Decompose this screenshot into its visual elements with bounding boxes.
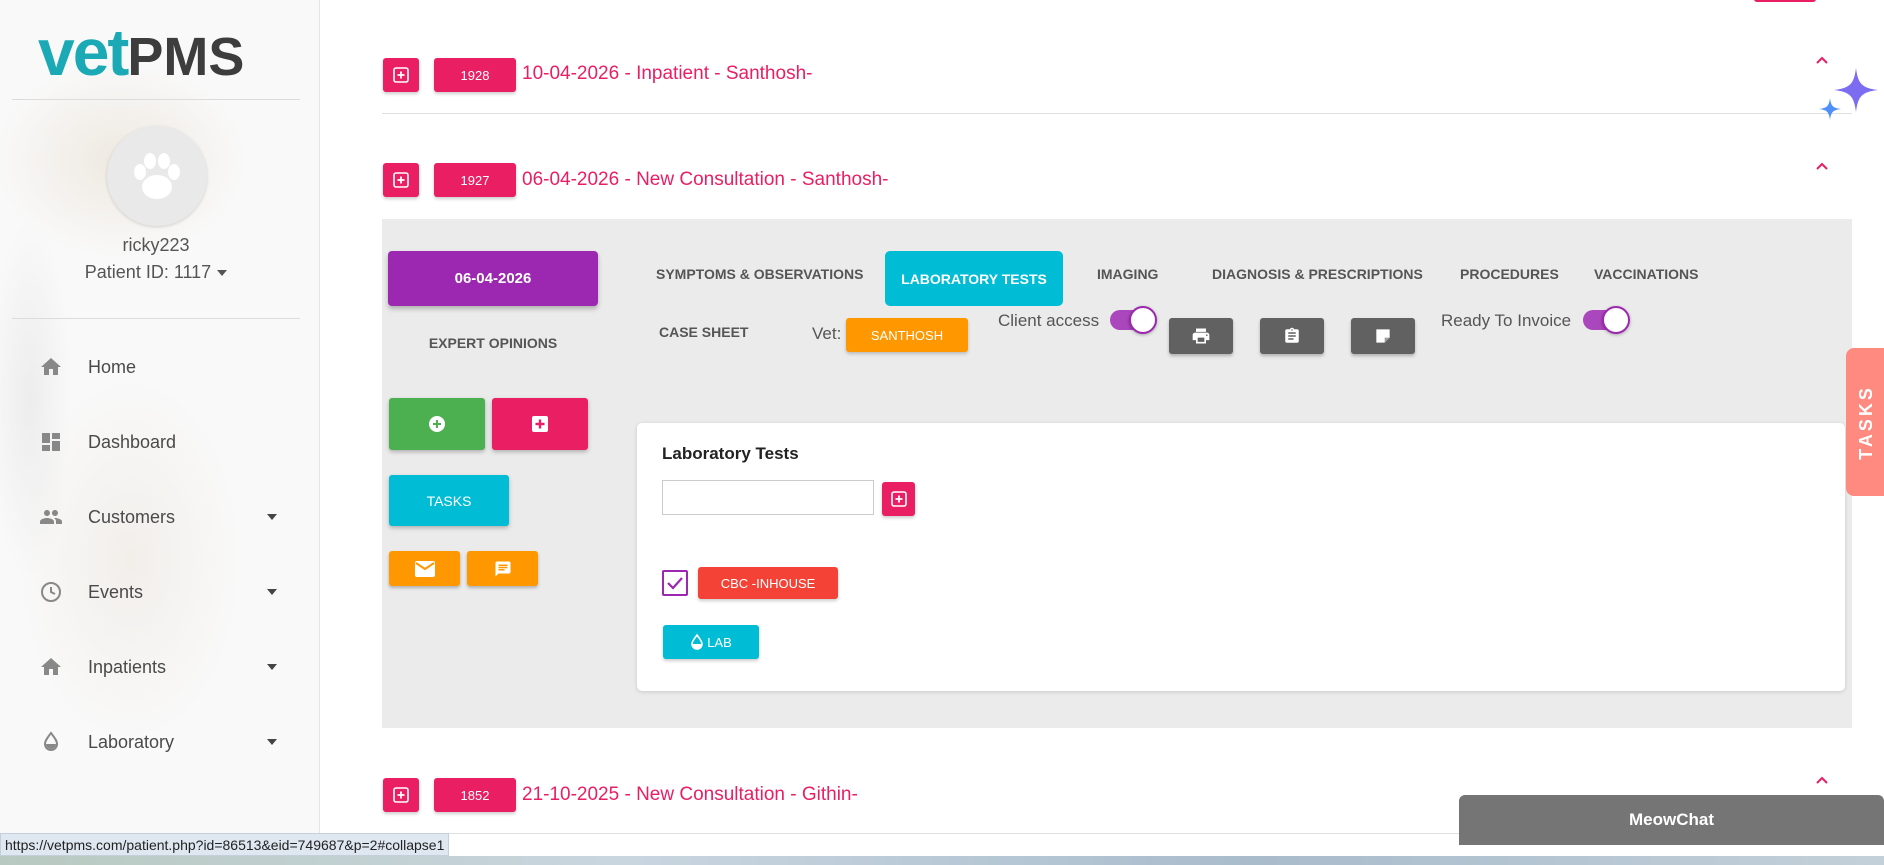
client-access-toggle[interactable]	[1110, 306, 1157, 334]
note-icon	[1376, 329, 1390, 343]
patient-id-dropdown[interactable]: Patient ID: 1117	[0, 262, 312, 283]
home-icon	[38, 354, 64, 380]
expand-record-button[interactable]	[383, 58, 419, 92]
medical-add-button[interactable]	[492, 398, 588, 450]
checkmark-icon	[667, 577, 683, 590]
taskbar-strip	[0, 856, 1884, 865]
chat-icon	[495, 561, 510, 576]
logo-vet-text: vet	[38, 15, 129, 89]
sidebar-item-events[interactable]: Events	[0, 567, 300, 617]
avatar[interactable]	[107, 126, 207, 226]
tab-laboratory-tests[interactable]: LABORATORY TESTS	[885, 251, 1063, 306]
sidebar-item-label: Inpatients	[88, 656, 167, 677]
add-item-button[interactable]	[389, 398, 485, 450]
sidebar-item-dashboard[interactable]: Dashboard	[0, 417, 300, 467]
email-button[interactable]	[389, 551, 460, 586]
caret-down-icon	[267, 589, 277, 595]
lab-test-badge[interactable]: CBC -INHOUSE	[698, 567, 838, 599]
record-title[interactable]: 06-04-2026 - New Consultation - Santhosh…	[522, 169, 888, 191]
expand-record-button[interactable]	[383, 778, 419, 812]
sidebar-item-label: Events	[88, 581, 144, 602]
lab-test-checkbox[interactable]	[662, 570, 688, 596]
record-id-badge[interactable]: 1928	[434, 58, 516, 92]
sidebar-item-home[interactable]: Home	[0, 342, 300, 392]
record-title[interactable]: 21-10-2025 - New Consultation - Githin-	[522, 784, 858, 806]
caret-down-icon	[267, 514, 277, 520]
drop-icon	[691, 634, 704, 650]
sms-button[interactable]	[467, 551, 538, 586]
lab-tests-title: Laboratory Tests	[662, 444, 799, 463]
expert-opinions-link[interactable]: EXPERT OPINIONS	[388, 335, 598, 351]
tasks-side-label: TASKS	[1855, 384, 1876, 460]
lab-button[interactable]: LAB	[663, 625, 759, 659]
sidebar-divider	[12, 318, 300, 319]
lab-button-label: LAB	[707, 634, 732, 650]
medical-plus-icon	[532, 416, 548, 432]
status-bar-url: https://vetpms.com/patient.php?id=86513&…	[0, 833, 450, 856]
plus-box-icon	[890, 491, 907, 507]
plus-box-icon	[393, 67, 409, 83]
app-logo[interactable]: vetPMS	[38, 14, 244, 90]
ready-to-invoice-label: Ready To Invoice	[1441, 311, 1572, 330]
tab-procedures[interactable]: PROCEDURES	[1460, 266, 1559, 282]
sidebar-item-label: Customers	[88, 506, 176, 527]
username: ricky223	[122, 235, 190, 255]
clock-icon	[38, 579, 64, 605]
print-button[interactable]	[1169, 318, 1233, 354]
add-lab-test-button[interactable]	[882, 482, 915, 516]
toggle-knob	[1602, 306, 1630, 334]
home-icon	[38, 654, 64, 680]
people-icon	[38, 504, 64, 530]
caret-down-icon	[267, 664, 277, 670]
patient-id-label: Patient ID: 1117	[84, 262, 212, 282]
drop-icon	[38, 729, 64, 755]
note-button[interactable]	[1351, 318, 1415, 354]
tab-case-sheet[interactable]: CASE SHEET	[659, 324, 748, 340]
chevron-up-icon[interactable]	[1815, 159, 1829, 173]
lab-test-search-input[interactable]	[662, 480, 874, 515]
lab-tests-card	[637, 423, 1845, 691]
sidebar: vetPMS ricky223 Patient ID: 1117 Home Da…	[0, 0, 320, 865]
sidebar-divider	[12, 99, 300, 100]
sidebar-item-label: Home	[88, 356, 137, 377]
logo-pms-text: PMS	[127, 27, 245, 87]
vet-label: Vet:	[812, 324, 842, 343]
vet-name-button[interactable]: SANTHOSH	[846, 318, 968, 352]
envelope-icon	[414, 560, 435, 577]
tasks-side-tab[interactable]: TASKS	[1846, 348, 1884, 496]
sidebar-item-label: Dashboard	[88, 431, 177, 452]
caret-down-icon	[267, 739, 277, 745]
record-title[interactable]: 10-04-2026 - Inpatient - Santhosh-	[522, 63, 812, 85]
meowchat-button[interactable]: MeowChat	[1459, 795, 1884, 845]
sidebar-item-customers[interactable]: Customers	[0, 492, 300, 542]
tasks-button[interactable]: TASKS	[389, 475, 509, 526]
plus-box-icon	[393, 787, 409, 803]
record-id-badge[interactable]: 1852	[434, 778, 516, 812]
clipboard-icon	[1285, 327, 1299, 343]
top-action-button[interactable]	[1754, 0, 1816, 2]
tab-diagnosis[interactable]: DIAGNOSIS & PRESCRIPTIONS	[1212, 266, 1423, 282]
ai-sparkle-icon[interactable]	[1812, 62, 1884, 134]
paw-icon	[134, 153, 180, 199]
ready-to-invoice-toggle[interactable]	[1583, 306, 1630, 334]
visit-date-button[interactable]: 06-04-2026	[388, 251, 598, 306]
client-access-label: Client access	[998, 311, 1100, 330]
chevron-up-icon[interactable]	[1815, 773, 1829, 787]
expand-record-button[interactable]	[383, 163, 419, 197]
sidebar-item-label: Laboratory	[88, 731, 175, 752]
tab-symptoms[interactable]: SYMPTOMS & OBSERVATIONS	[656, 266, 863, 282]
plus-circle-icon	[429, 416, 445, 432]
clipboard-button[interactable]	[1260, 318, 1324, 354]
dashboard-icon	[38, 429, 64, 455]
toggle-knob	[1129, 306, 1157, 334]
sidebar-item-laboratory[interactable]: Laboratory	[0, 717, 300, 767]
record-id-badge[interactable]: 1927	[434, 163, 516, 197]
tab-imaging[interactable]: IMAGING	[1097, 266, 1158, 282]
sidebar-item-inpatients[interactable]: Inpatients	[0, 642, 300, 692]
caret-down-icon	[217, 270, 228, 277]
plus-box-icon	[393, 172, 409, 188]
tab-vaccinations[interactable]: VACCINATIONS	[1594, 266, 1698, 282]
printer-icon	[1192, 328, 1210, 344]
